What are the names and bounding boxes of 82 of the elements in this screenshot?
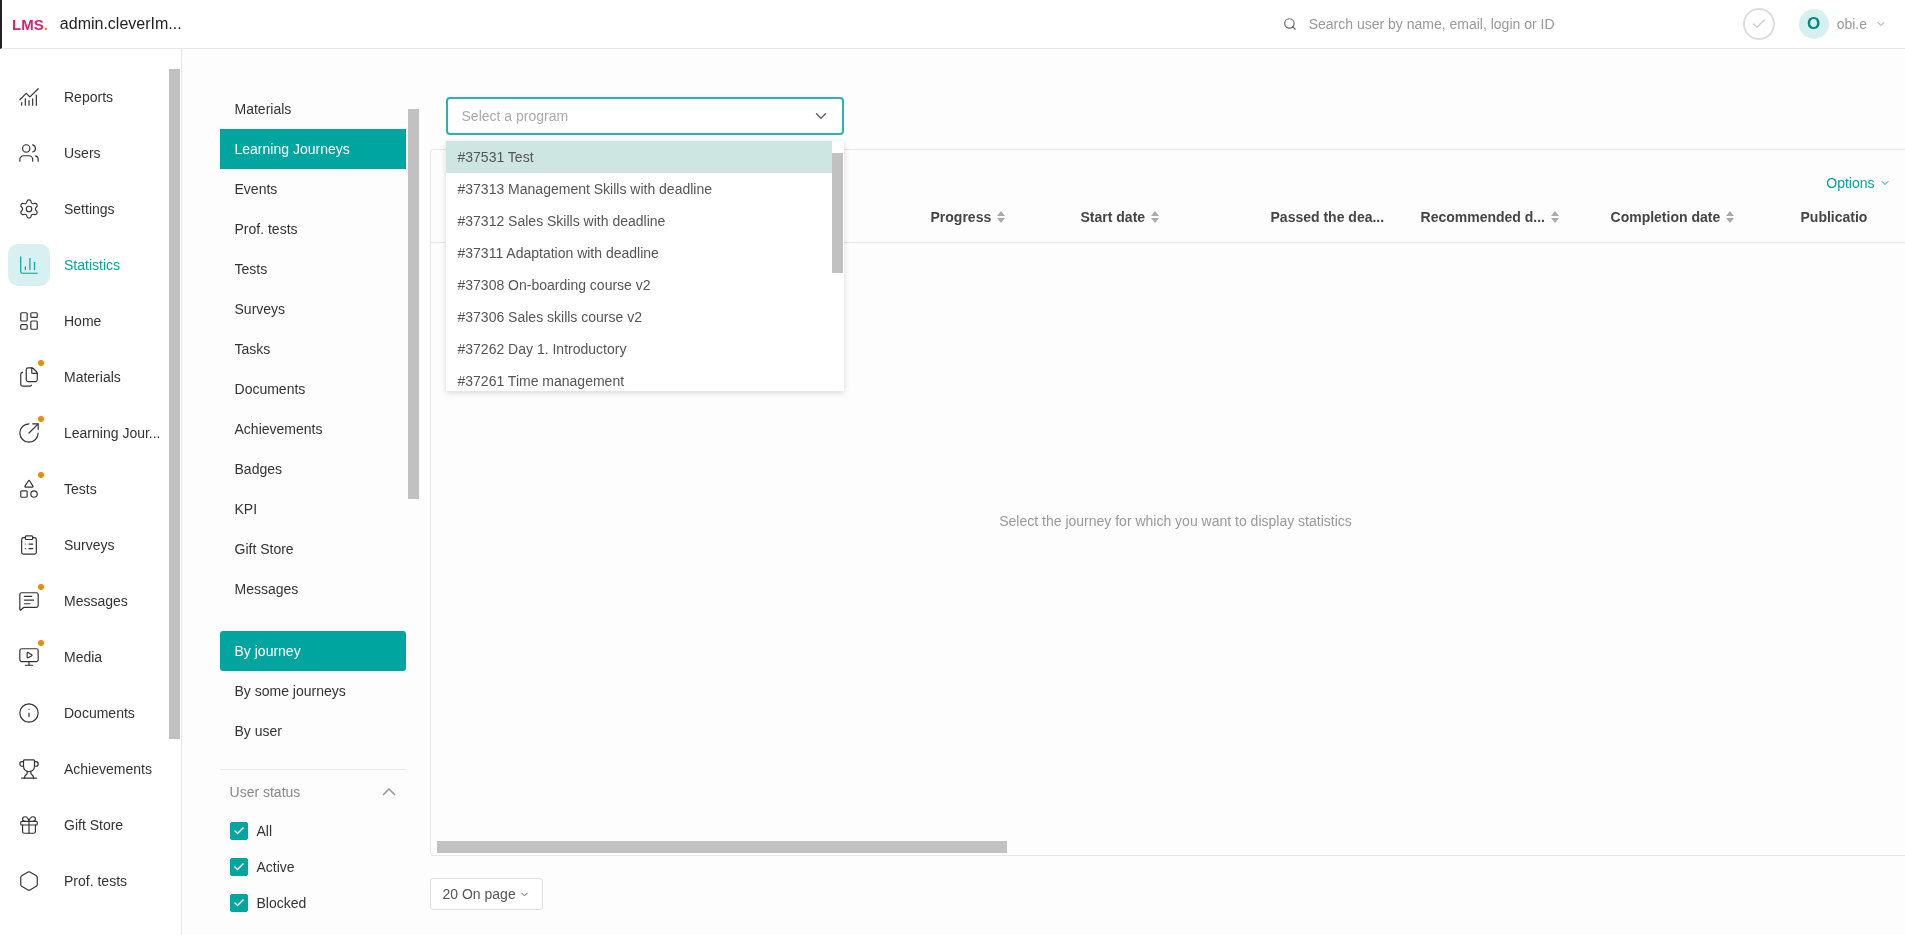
nav-item[interactable]: Gift Store [0,797,169,853]
sort-icon [997,211,1006,223]
user-menu[interactable]: O obi.e [1792,8,1893,40]
nav-item[interactable]: Messages [0,573,169,629]
page-size-button[interactable]: 20 On page [429,878,543,910]
nav-item[interactable]: Home [0,293,169,349]
search-field[interactable]: Search user by name, email, login or ID [1306,15,1703,33]
checkbox[interactable] [229,894,248,912]
nav-item[interactable]: Reports [0,69,169,125]
program-select-field[interactable]: Select a program [459,107,812,125]
column-header[interactable]: Completion date [1610,209,1801,225]
chevron-up-icon [381,787,396,796]
section-item[interactable]: Messages [219,569,406,609]
column-header[interactable]: Publicatio [1800,209,1905,225]
section-item[interactable]: Documents [219,369,406,409]
program-select[interactable]: Select a program [445,97,844,135]
clipboard-icon [18,534,40,556]
nav-item[interactable]: Prof. tests [0,853,169,909]
section-item[interactable]: Materials [219,89,406,129]
check-circle-icon[interactable] [1742,8,1775,40]
gift-icon [18,814,40,836]
sort-icon [1151,211,1160,223]
column-header[interactable]: Recommended d... [1420,209,1611,225]
column-header[interactable]: Passed the dea... [1270,209,1421,225]
section-item[interactable]: Events [219,169,406,209]
arrow-circle-icon [18,422,40,444]
monitor-play-icon [18,646,40,668]
sort-icon [1551,211,1559,223]
chart-icon [18,86,40,108]
info-icon [18,702,40,724]
checkbox-label: Active [256,859,295,875]
trophy-icon [18,758,40,780]
dashboard-icon [18,310,40,332]
bar-chart-icon [18,254,40,276]
dropdown-option[interactable]: #37262 Day 1. Introductory [445,333,832,365]
settings-icon [18,198,40,220]
logo: LMS. [12,15,48,33]
view-item[interactable]: By some journeys [219,671,406,711]
search-icon [1282,17,1297,31]
dropdown-option[interactable]: #37308 On-boarding course v2 [445,269,832,301]
dropdown-option[interactable]: #37531 Test [445,141,832,173]
dropdown-option[interactable]: #37312 Sales Skills with deadline [445,205,832,237]
nav-item[interactable]: Learning Jour... [0,405,169,461]
files-icon [18,366,40,388]
nav-item[interactable]: Settings [0,181,169,237]
hexagon-icon [18,870,40,892]
nav-item[interactable]: Achievements [0,741,169,797]
section-item[interactable]: Achievements [219,409,406,449]
nav-item[interactable]: Documents [0,685,169,741]
column-header[interactable]: Start date [1080,209,1271,225]
check-icon [232,825,245,837]
section-item[interactable]: Prof. tests [219,209,406,249]
dropdown-option[interactable]: #37313 Management Skills with deadline [445,173,832,205]
check-icon [232,897,245,909]
nav-item[interactable]: Surveys [0,517,169,573]
nav-item[interactable]: Tests [0,461,169,517]
shapes-icon [18,478,40,500]
user-status-toggle[interactable]: User status [219,769,406,813]
nav-item[interactable]: Materials [0,349,169,405]
checkbox[interactable] [229,858,248,876]
message-icon [18,590,40,612]
view-item[interactable]: By user [219,711,406,751]
section-item[interactable]: Tests [219,249,406,289]
dropdown-option[interactable]: #37311 Adaptation with deadline [445,237,832,269]
section-item[interactable]: Badges [219,449,406,489]
column-header[interactable]: Progress [930,209,1081,225]
nav-item[interactable]: Users [0,125,169,181]
site-title: admin.cleverIm... [59,15,182,33]
dropdown-option[interactable]: #37306 Sales skills course v2 [445,301,832,333]
section-item[interactable]: Surveys [219,289,406,329]
checkbox-label: All [256,823,273,839]
empty-message: Select the journey for which you want to display statistics [999,513,1352,529]
checkbox[interactable] [229,822,248,840]
checkbox-label: Blocked [256,895,307,911]
section-item[interactable]: Tasks [219,329,406,369]
section-item[interactable]: Gift Store [219,529,406,569]
dropdown-option[interactable]: #37261 Time management [445,365,832,391]
sort-icon [1726,211,1735,223]
users-icon [18,142,40,164]
section-item[interactable]: KPI [219,489,406,529]
nav-item[interactable]: Media [0,629,169,685]
check-icon [232,861,245,873]
